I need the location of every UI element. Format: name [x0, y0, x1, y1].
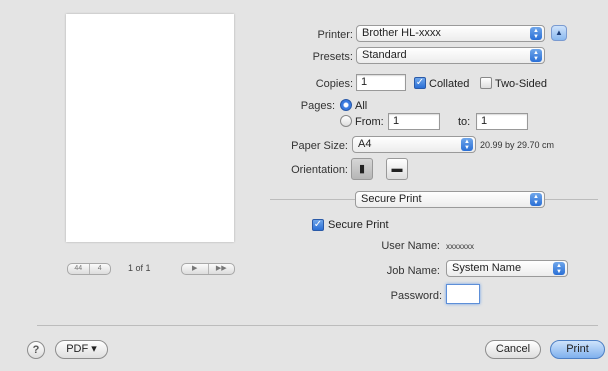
collated-checkbox[interactable]: ✓	[414, 77, 426, 89]
popup-arrows-icon: ▲ ▼	[553, 262, 565, 275]
pdf-button[interactable]: PDF ▾	[55, 340, 108, 359]
popup-arrows-icon: ▲ ▼	[530, 49, 542, 62]
paper-size-value: A4	[358, 138, 372, 150]
paper-size-label: Paper Size:	[291, 140, 348, 152]
first-page-button[interactable]: 44	[68, 264, 89, 274]
orientation-label: Orientation:	[291, 164, 348, 176]
pages-all-label: All	[355, 100, 368, 112]
pages-label: Pages:	[300, 100, 335, 112]
footer-separator	[37, 325, 598, 326]
job-name-label: Job Name:	[386, 265, 440, 277]
print-button[interactable]: Print	[550, 340, 605, 359]
pages-to-field[interactable]: 1	[476, 113, 528, 130]
previous-page-button[interactable]: 4	[88, 264, 111, 274]
disclosure-triangle-icon[interactable]: ▲	[551, 25, 567, 41]
collated-label: Collated	[429, 78, 470, 90]
pages-all-radio[interactable]	[340, 99, 352, 111]
landscape-icon[interactable]: ▬	[386, 158, 408, 180]
user-name-value: xxxxxxx	[446, 242, 474, 251]
printer-label: Printer:	[317, 29, 353, 41]
job-name-popup[interactable]: System Name ▲ ▼	[446, 260, 568, 277]
preview-forward-buttons[interactable]: ▶ ▶▶	[181, 263, 235, 275]
paper-size-popup[interactable]: A4 ▲ ▼	[352, 136, 476, 153]
preview-back-buttons[interactable]: 44 4	[67, 263, 111, 275]
presets-value: Standard	[362, 49, 407, 61]
paper-dimensions: 20.99 by 29.70 cm	[480, 140, 555, 150]
popup-arrows-icon: ▲ ▼	[461, 138, 473, 151]
section-popup[interactable]: Secure Print ▲ ▼	[355, 191, 545, 208]
last-page-button[interactable]: ▶▶	[207, 264, 235, 274]
popup-arrows-icon: ▲ ▼	[530, 193, 542, 206]
section-popup-value: Secure Print	[361, 193, 422, 205]
job-name-value: System Name	[452, 262, 522, 274]
copies-field[interactable]: 1	[356, 74, 406, 91]
two-sided-label: Two-Sided	[495, 78, 547, 90]
pages-from-field[interactable]: 1	[388, 113, 440, 130]
password-label: Password:	[390, 290, 442, 302]
secure-print-label: Secure Print	[328, 219, 389, 231]
secure-print-checkbox[interactable]: ✓	[312, 219, 324, 231]
printer-value: Brother HL-xxxx	[362, 27, 441, 39]
printer-popup[interactable]: Brother HL-xxxx ▲ ▼	[356, 25, 545, 42]
presets-label: Presets:	[312, 51, 353, 63]
password-field[interactable]	[446, 284, 480, 304]
next-page-button[interactable]: ▶	[182, 264, 208, 274]
popup-arrows-icon: ▲ ▼	[530, 27, 542, 40]
print-preview	[66, 14, 234, 242]
user-name-label: User Name:	[381, 240, 440, 252]
presets-popup[interactable]: Standard ▲ ▼	[356, 47, 545, 64]
pages-to-label: to:	[458, 116, 471, 128]
pages-from-label: From:	[355, 116, 384, 128]
help-button[interactable]: ?	[27, 341, 45, 359]
portrait-icon[interactable]: ▮	[351, 158, 373, 180]
pages-from-radio[interactable]	[340, 115, 352, 127]
copies-label: Copies:	[315, 78, 353, 90]
cancel-button[interactable]: Cancel	[485, 340, 541, 359]
two-sided-checkbox[interactable]	[480, 77, 492, 89]
page-indicator: 1 of 1	[128, 263, 151, 273]
